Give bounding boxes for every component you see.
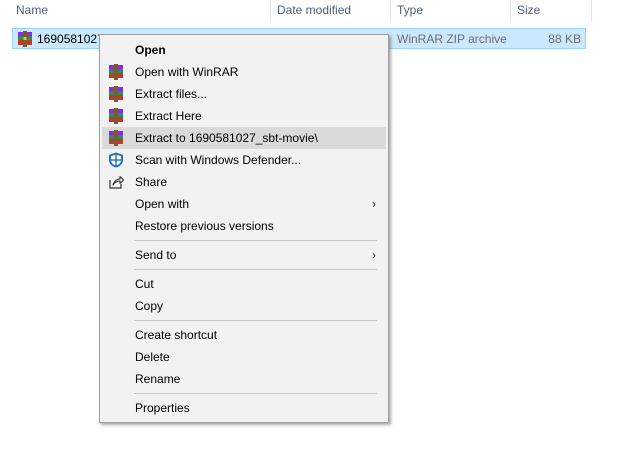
share-icon bbox=[109, 175, 124, 189]
menu-separator bbox=[134, 393, 377, 394]
winrar-icon bbox=[109, 130, 123, 146]
column-header: Name Date modified Type Size bbox=[0, 0, 636, 22]
menu-separator bbox=[134, 320, 377, 321]
winrar-icon bbox=[109, 86, 123, 102]
menu-item-send-to[interactable]: Send to › bbox=[102, 244, 386, 266]
chevron-right-icon: › bbox=[372, 248, 376, 262]
menu-item-label: Send to bbox=[135, 248, 177, 262]
menu-item-create-shortcut[interactable]: Create shortcut bbox=[102, 324, 386, 346]
context-menu: Open Open with WinRAR Extract files... E… bbox=[99, 34, 389, 423]
menu-separator bbox=[134, 240, 377, 241]
menu-item-label: Extract files... bbox=[135, 87, 208, 101]
menu-separator bbox=[134, 269, 377, 270]
column-size[interactable]: Size bbox=[511, 0, 591, 22]
menu-item-label: Properties bbox=[135, 401, 190, 415]
menu-item-extract-here[interactable]: Extract Here bbox=[102, 105, 386, 127]
menu-item-open[interactable]: Open bbox=[102, 39, 386, 61]
menu-item-restore-previous-versions[interactable]: Restore previous versions bbox=[102, 215, 386, 237]
menu-item-label: Extract Here bbox=[135, 109, 202, 123]
menu-item-delete[interactable]: Delete bbox=[102, 346, 386, 368]
menu-item-label: Create shortcut bbox=[135, 328, 218, 342]
winrar-icon bbox=[109, 64, 123, 80]
menu-item-scan-defender[interactable]: Scan with Windows Defender... bbox=[102, 149, 386, 171]
column-divider[interactable] bbox=[591, 0, 592, 22]
column-date-modified[interactable]: Date modified bbox=[271, 0, 390, 22]
windows-defender-shield-icon bbox=[109, 152, 123, 168]
menu-item-label: Scan with Windows Defender... bbox=[135, 153, 302, 167]
menu-item-open-with-winrar[interactable]: Open with WinRAR bbox=[102, 61, 386, 83]
menu-item-label: Share bbox=[135, 175, 168, 189]
menu-item-label: Extract to 1690581027_sbt-movie\ bbox=[135, 131, 318, 145]
column-name[interactable]: Name bbox=[10, 0, 270, 22]
file-type: WinRAR ZIP archive bbox=[397, 32, 507, 46]
column-type[interactable]: Type bbox=[391, 0, 510, 22]
winrar-archive-icon bbox=[18, 31, 32, 47]
menu-item-extract-to[interactable]: Extract to 1690581027_sbt-movie\ bbox=[102, 127, 386, 149]
menu-item-label: Rename bbox=[135, 372, 181, 386]
menu-item-copy[interactable]: Copy bbox=[102, 295, 386, 317]
menu-item-label: Cut bbox=[135, 277, 154, 291]
winrar-icon bbox=[109, 108, 123, 124]
menu-item-share[interactable]: Share bbox=[102, 171, 386, 193]
menu-item-label: Restore previous versions bbox=[135, 219, 274, 233]
menu-item-label: Open with bbox=[135, 197, 190, 211]
menu-item-label: Open with WinRAR bbox=[135, 65, 239, 79]
menu-item-cut[interactable]: Cut bbox=[102, 273, 386, 295]
file-size: 88 KB bbox=[548, 32, 581, 46]
menu-item-label: Delete bbox=[135, 350, 170, 364]
menu-item-label: Copy bbox=[135, 299, 164, 313]
menu-item-rename[interactable]: Rename bbox=[102, 368, 386, 390]
chevron-right-icon: › bbox=[372, 197, 376, 211]
menu-item-properties[interactable]: Properties bbox=[102, 397, 386, 419]
menu-item-label: Open bbox=[135, 43, 166, 57]
menu-item-open-with[interactable]: Open with › bbox=[102, 193, 386, 215]
menu-item-extract-files[interactable]: Extract files... bbox=[102, 83, 386, 105]
